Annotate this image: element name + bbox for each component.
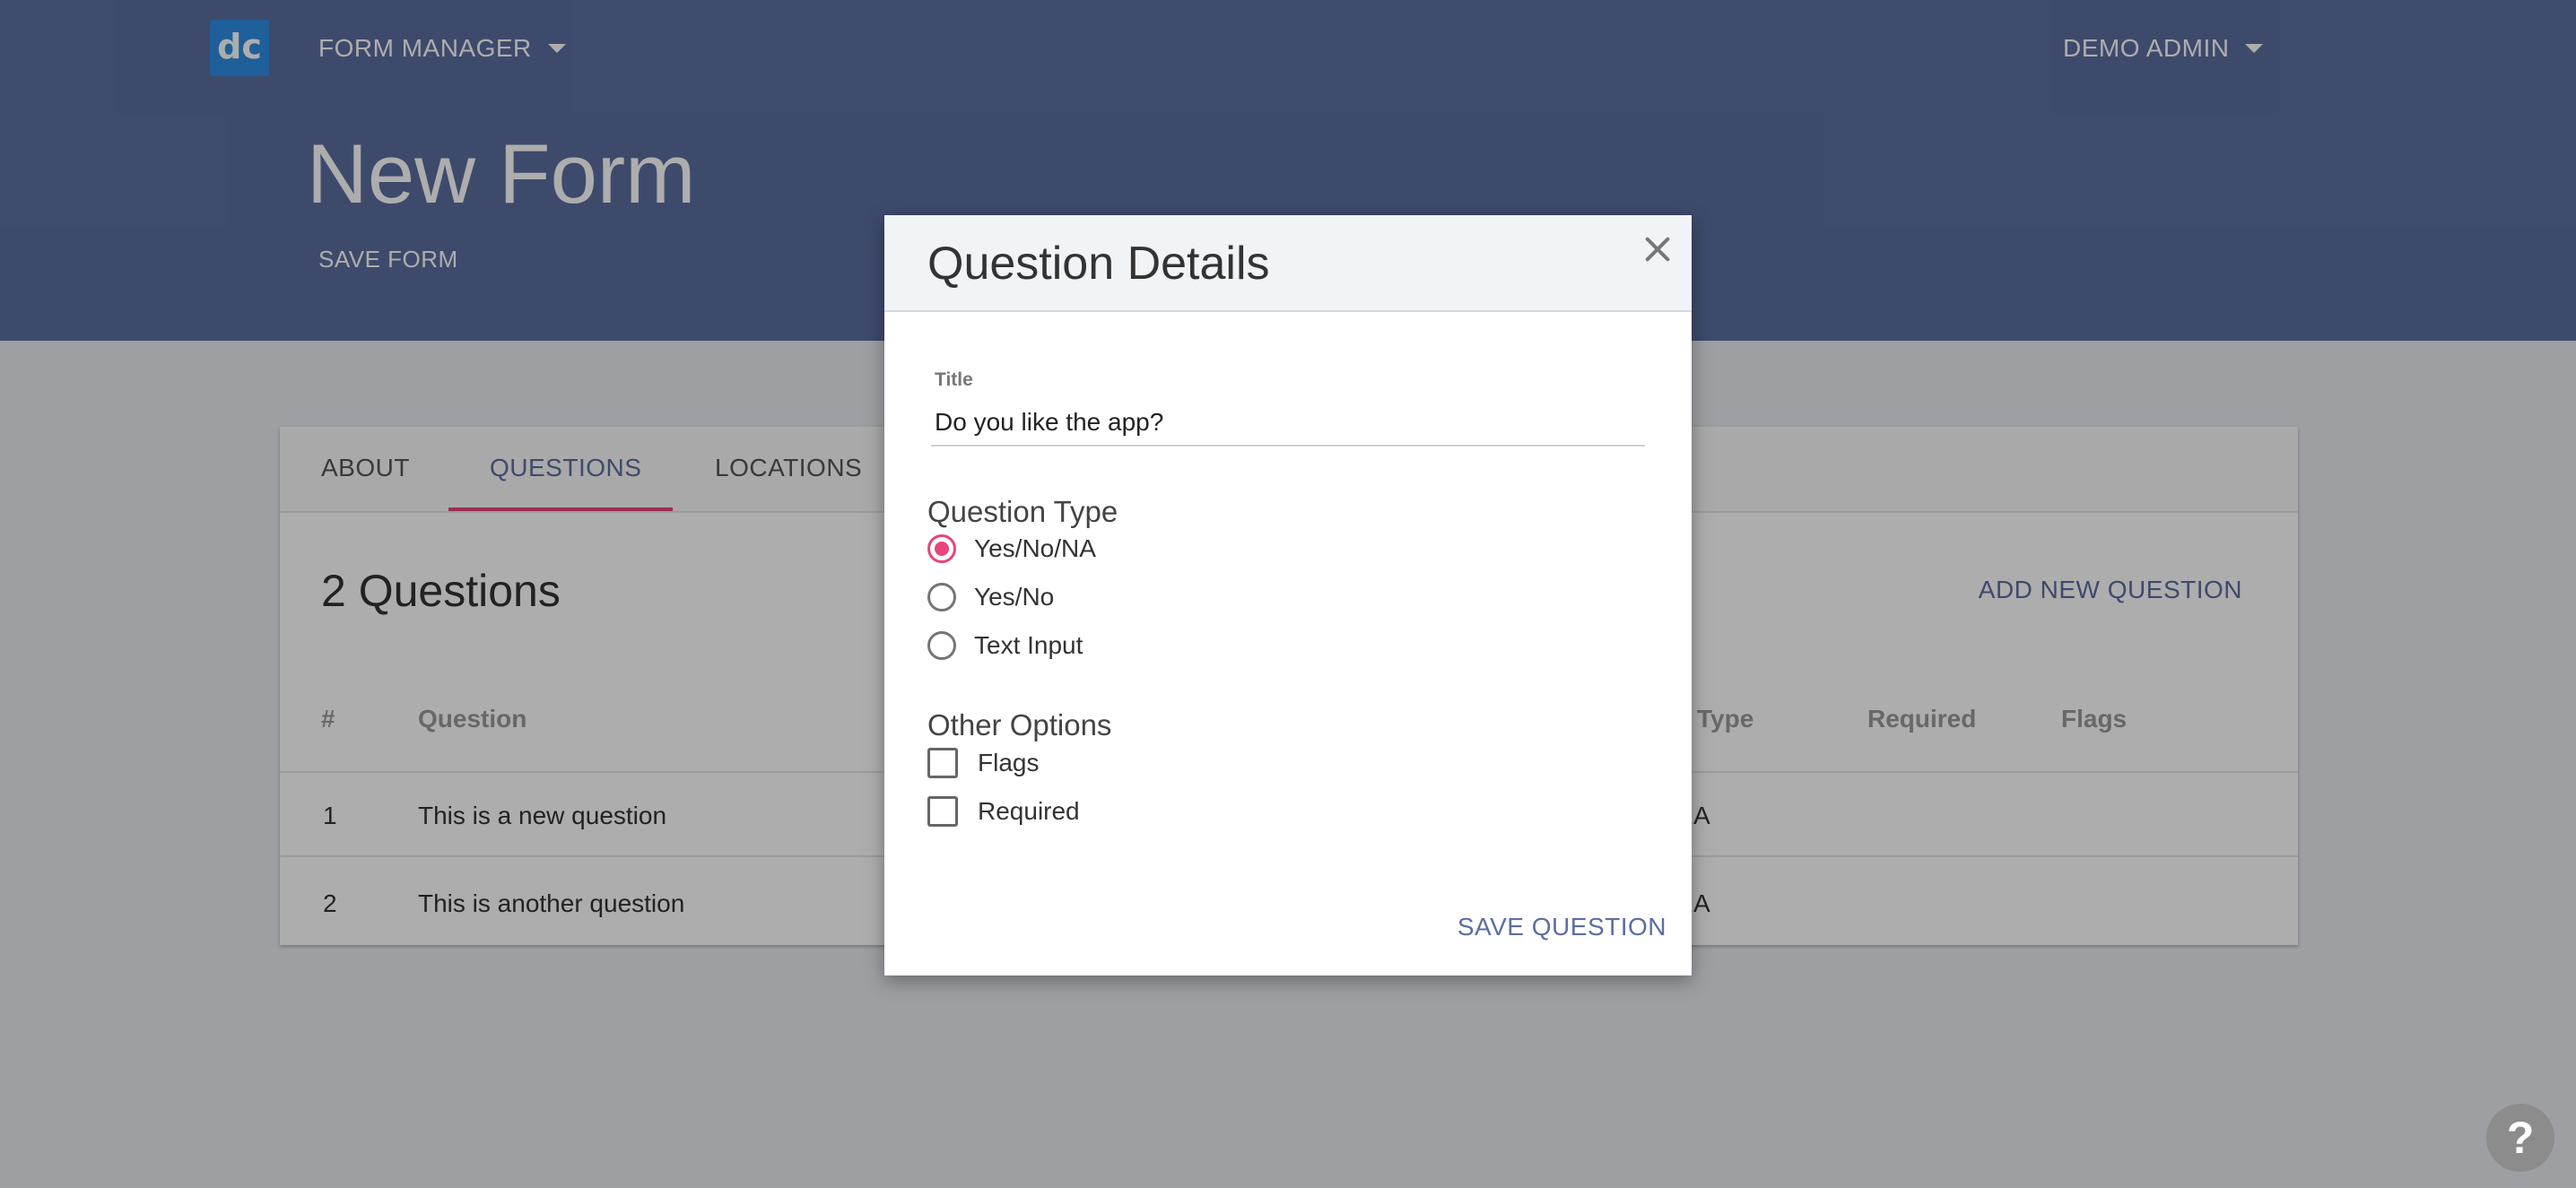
checkbox-label: Flags	[978, 749, 1040, 776]
radio-yes-no-na[interactable]: Yes/No/NA	[927, 534, 1096, 563]
checkbox-icon	[927, 796, 958, 827]
radio-yes-no[interactable]: Yes/No	[927, 583, 1054, 611]
save-question-button[interactable]: SAVE QUESTION	[1458, 913, 1667, 941]
dialog-title: Question Details	[927, 238, 1270, 290]
checkbox-icon	[927, 748, 958, 778]
title-input[interactable]	[931, 400, 1645, 447]
radio-label: Yes/No	[974, 583, 1055, 611]
checkbox-required[interactable]: Required	[927, 796, 1080, 827]
close-icon[interactable]	[1638, 230, 1677, 269]
help-icon[interactable]: ?	[2486, 1104, 2554, 1172]
checkbox-flags[interactable]: Flags	[927, 748, 1039, 778]
title-field-label: Title	[935, 369, 973, 390]
radio-label: Yes/No/NA	[974, 534, 1096, 562]
question-type-label: Question Type	[927, 495, 1118, 528]
radio-label: Text Input	[974, 631, 1083, 659]
dialog-header: Question Details	[884, 215, 1692, 312]
checkbox-label: Required	[978, 797, 1080, 825]
question-details-dialog: Question Details Title Question Type Yes…	[884, 215, 1692, 976]
radio-checked-icon	[927, 534, 956, 563]
other-options-label: Other Options	[927, 708, 1112, 741]
radio-unchecked-icon	[927, 583, 956, 611]
radio-text-input[interactable]: Text Input	[927, 631, 1083, 660]
radio-unchecked-icon	[927, 631, 956, 660]
